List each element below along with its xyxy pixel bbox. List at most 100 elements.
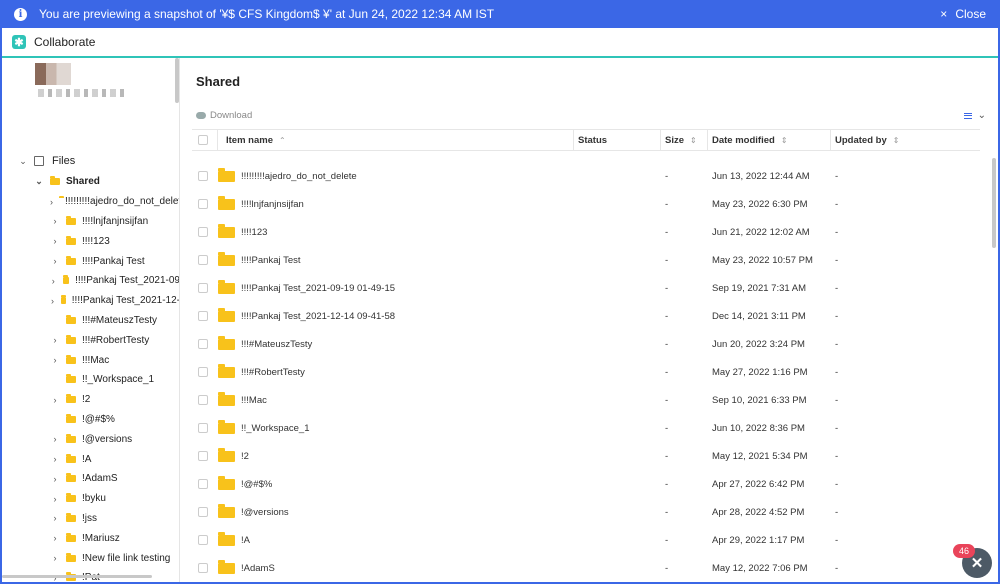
- item-name[interactable]: !!!!123: [241, 227, 267, 238]
- table-row[interactable]: !@#$% - Apr 27, 2022 6:42 PM -: [192, 470, 980, 498]
- row-checkbox[interactable]: [198, 227, 208, 237]
- item-name-cell[interactable]: !!!#RobertTesty: [218, 358, 574, 386]
- tree-item[interactable]: › !New file link testing: [2, 548, 179, 568]
- download-button[interactable]: Download: [196, 110, 252, 121]
- table-row[interactable]: !!!!Pankaj Test_2021-09-19 01-49-15 - Sep …: [192, 274, 980, 302]
- chevron-right-icon[interactable]: ›: [50, 296, 55, 306]
- tree-item[interactable]: › !2: [2, 390, 179, 410]
- row-checkbox[interactable]: [198, 423, 208, 433]
- item-name[interactable]: !!!!!!!!!ajedro_do_not_delete: [241, 171, 357, 182]
- table-row[interactable]: !@versions - Apr 28, 2022 4:52 PM -: [192, 498, 980, 526]
- chevron-right-icon[interactable]: ›: [50, 256, 60, 266]
- main-vertical-scrollbar[interactable]: [992, 158, 996, 248]
- row-checkbox[interactable]: [198, 451, 208, 461]
- table-row[interactable]: !!!!Pankaj Test_2021-12-14 09-41-58 - Dec …: [192, 302, 980, 330]
- row-checkbox[interactable]: [198, 339, 208, 349]
- tree-item[interactable]: › !!!!Pankaj Test_2021-09: [2, 271, 179, 291]
- tree-item[interactable]: › !@versions: [2, 429, 179, 449]
- item-name-cell[interactable]: !2: [218, 442, 574, 470]
- sidebar-vertical-scrollbar[interactable]: [175, 58, 179, 103]
- table-row[interactable]: !!!!!!!!!ajedro_do_not_delete - Jun 13, 20…: [192, 162, 980, 190]
- item-name[interactable]: !2: [241, 451, 249, 462]
- item-name-cell[interactable]: !!!!Pankaj Test_2021-12-14 09-41-58: [218, 302, 574, 330]
- item-name-cell[interactable]: !!!!123: [218, 218, 574, 246]
- chevron-right-icon[interactable]: ›: [50, 474, 60, 484]
- tree-item[interactable]: › !!!!lnjfanjnsijfan: [2, 212, 179, 232]
- column-header-updated-by[interactable]: Updated by ⇕: [831, 130, 980, 150]
- row-checkbox[interactable]: [198, 507, 208, 517]
- select-all-checkbox[interactable]: [198, 135, 208, 145]
- item-name-cell[interactable]: !!!!Pankaj Test_2021-09-19 01-49-15: [218, 274, 574, 302]
- row-checkbox[interactable]: [198, 535, 208, 545]
- chevron-right-icon[interactable]: ›: [50, 197, 53, 207]
- column-header-size[interactable]: Size ⇕: [661, 130, 708, 150]
- item-name-cell[interactable]: !!!!Pankaj Test: [218, 246, 574, 274]
- item-name-cell[interactable]: !!!!!!!!!ajedro_do_not_delete: [218, 162, 574, 190]
- tree-item[interactable]: › !jss: [2, 509, 179, 529]
- chevron-right-icon[interactable]: ›: [50, 553, 60, 563]
- table-row[interactable]: !!!!lnjfanjnsijfan - May 23, 2022 6:30 PM -: [192, 190, 980, 218]
- row-checkbox[interactable]: [198, 367, 208, 377]
- tree-item[interactable]: › !!!Mac: [2, 350, 179, 370]
- view-toggle[interactable]: ⌄: [963, 110, 986, 121]
- row-checkbox[interactable]: [198, 563, 208, 573]
- item-name-cell[interactable]: !AdamS: [218, 554, 574, 582]
- item-name[interactable]: !A: [241, 535, 250, 546]
- chevron-down-icon[interactable]: ⌄: [34, 176, 44, 187]
- item-name[interactable]: !!_Workspace_1: [241, 423, 309, 434]
- item-name[interactable]: !@versions: [241, 507, 289, 518]
- tree-item[interactable]: › !!!!123: [2, 231, 179, 251]
- avatar[interactable]: [35, 63, 71, 85]
- chevron-down-icon[interactable]: ⌄: [18, 156, 28, 167]
- tree-item[interactable]: › !A: [2, 449, 179, 469]
- item-name-cell[interactable]: !A: [218, 526, 574, 554]
- item-name-cell[interactable]: !!!Mac: [218, 386, 574, 414]
- item-name-cell[interactable]: !@versions: [218, 498, 574, 526]
- chevron-right-icon[interactable]: ›: [50, 216, 60, 226]
- item-name[interactable]: !AdamS: [241, 563, 275, 574]
- item-name[interactable]: !!!!Pankaj Test_2021-12-14 09-41-58: [241, 311, 395, 322]
- chevron-right-icon[interactable]: ›: [50, 335, 60, 345]
- chevron-right-icon[interactable]: ›: [50, 276, 57, 286]
- tree-item[interactable]: !!!#MateuszTesty: [2, 311, 179, 331]
- chevron-right-icon[interactable]: ›: [50, 236, 60, 246]
- tree-item[interactable]: › !!!!Pankaj Test: [2, 251, 179, 271]
- table-row[interactable]: !!!#MateuszTesty - Jun 20, 2022 3:24 PM -: [192, 330, 980, 358]
- chevron-right-icon[interactable]: ›: [50, 395, 60, 405]
- chevron-right-icon[interactable]: ›: [50, 494, 60, 504]
- row-checkbox[interactable]: [198, 199, 208, 209]
- chevron-right-icon[interactable]: ›: [50, 513, 60, 523]
- row-checkbox[interactable]: [198, 311, 208, 321]
- tree-item-files[interactable]: ⌄ Files: [2, 150, 179, 172]
- item-name[interactable]: !!!!lnjfanjnsijfan: [241, 199, 304, 210]
- item-name[interactable]: !!!#MateuszTesty: [241, 339, 312, 350]
- sidebar-horizontal-scrollbar[interactable]: [2, 575, 152, 578]
- tree-item[interactable]: › !Mariusz: [2, 528, 179, 548]
- tree-item[interactable]: › !!!!Pankaj Test_2021-12-: [2, 291, 179, 311]
- row-checkbox[interactable]: [198, 479, 208, 489]
- table-row[interactable]: !!!#RobertTesty - May 27, 2022 1:16 PM -: [192, 358, 980, 386]
- column-header-status[interactable]: Status: [574, 130, 661, 150]
- item-name[interactable]: !!!Mac: [241, 395, 267, 406]
- item-name-cell[interactable]: !!_Workspace_1: [218, 414, 574, 442]
- item-name[interactable]: !@#$%: [241, 479, 272, 490]
- item-name[interactable]: !!!!Pankaj Test: [241, 255, 301, 266]
- tree-item[interactable]: › !!!#RobertTesty: [2, 330, 179, 350]
- tree-item[interactable]: !!_Workspace_1: [2, 370, 179, 390]
- banner-close-button[interactable]: × Close: [940, 7, 986, 21]
- table-row[interactable]: !!!!Pankaj Test - May 23, 2022 10:57 PM -: [192, 246, 980, 274]
- item-name-cell[interactable]: !@#$%: [218, 470, 574, 498]
- column-header-date-modified[interactable]: Date modified ⇕: [708, 130, 831, 150]
- row-checkbox[interactable]: [198, 395, 208, 405]
- table-row[interactable]: !2 - May 12, 2021 5:34 PM -: [192, 442, 980, 470]
- tree-item[interactable]: › !!!!!!!!!ajedro_do_not_delete: [2, 192, 179, 212]
- table-row[interactable]: !!!!123 - Jun 21, 2022 12:02 AM -: [192, 218, 980, 246]
- item-name-cell[interactable]: !!!!lnjfanjnsijfan: [218, 190, 574, 218]
- tree-item[interactable]: › !byku: [2, 489, 179, 509]
- table-row[interactable]: !A - Apr 29, 2022 1:17 PM -: [192, 526, 980, 554]
- item-name[interactable]: !!!!Pankaj Test_2021-09-19 01-49-15: [241, 283, 395, 294]
- item-name-cell[interactable]: !!!#MateuszTesty: [218, 330, 574, 358]
- column-header-name[interactable]: Item name ⌃: [218, 130, 574, 150]
- row-checkbox[interactable]: [198, 171, 208, 181]
- chevron-right-icon[interactable]: ›: [50, 355, 60, 365]
